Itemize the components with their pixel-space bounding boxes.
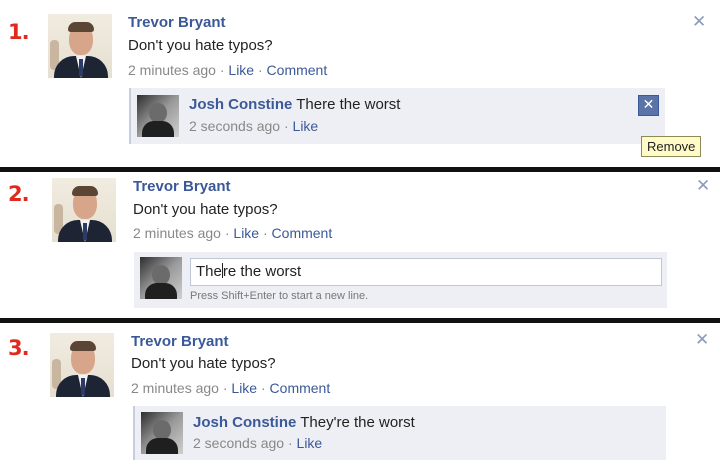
panel-step-1: 1. Trevor Bryant Don't you hate typos? 2… (0, 0, 720, 168)
comment-author-link[interactable]: Josh Constine (193, 414, 296, 431)
post-text: Don't you hate typos? (131, 355, 276, 372)
separator: · (220, 225, 234, 241)
comment-author-link[interactable]: Josh Constine (189, 96, 292, 113)
separator: · (280, 118, 293, 134)
like-link[interactable]: Like (233, 225, 259, 241)
post-text: Don't you hate typos? (128, 37, 273, 54)
separator: · (254, 62, 267, 78)
post-timestamp[interactable]: 2 minutes ago (128, 62, 216, 78)
close-icon[interactable]: ✕ (696, 176, 710, 196)
post-timestamp[interactable]: 2 minutes ago (133, 225, 221, 241)
separator: · (257, 380, 270, 396)
comment-meta: 2 seconds ago · Like (189, 118, 318, 134)
comment-avatar[interactable] (137, 95, 179, 137)
newline-hint: Press Shift+Enter to start a new line. (190, 290, 369, 302)
comment-edit-input[interactable]: There the worst (190, 258, 662, 286)
post-author-link[interactable]: Trevor Bryant (131, 333, 229, 350)
step-number: 1. (8, 20, 30, 44)
separator: · (284, 435, 297, 451)
input-value-part: The (196, 263, 222, 280)
comment-text: They're the worst (300, 414, 415, 431)
panel-step-2: 2. Trevor Bryant Don't you hate typos? 2… (0, 172, 720, 318)
avatar[interactable] (48, 14, 112, 78)
step-number: 2. (8, 182, 30, 206)
comment-link[interactable]: Comment (270, 380, 331, 396)
post-author-link[interactable]: Trevor Bryant (133, 178, 231, 195)
like-link[interactable]: Like (231, 380, 257, 396)
close-icon[interactable]: ✕ (692, 12, 706, 32)
comment-timestamp[interactable]: 2 seconds ago (189, 118, 280, 134)
step-number: 3. (8, 336, 30, 360)
close-icon[interactable]: ✕ (695, 330, 709, 350)
post-author-link[interactable]: Trevor Bryant (128, 14, 226, 31)
comment-link[interactable]: Comment (267, 62, 328, 78)
remove-comment-button[interactable]: ✕ (638, 95, 659, 116)
avatar[interactable] (50, 333, 114, 397)
comment-text: There the worst (296, 96, 401, 113)
post-meta: 2 minutes ago · Like · Comment (128, 62, 327, 78)
input-value-part: re the worst (222, 263, 302, 280)
remove-tooltip: Remove (641, 136, 702, 157)
separator: · (259, 225, 272, 241)
comment-like-link[interactable]: Like (297, 435, 323, 451)
comment-body: Josh Constine They're the worst (193, 414, 415, 431)
comment-body: Josh Constine There the worst (189, 96, 400, 113)
comment-timestamp[interactable]: 2 seconds ago (193, 435, 284, 451)
comment-avatar[interactable] (140, 257, 182, 299)
comment-meta: 2 seconds ago · Like (193, 435, 322, 451)
post-meta: 2 minutes ago · Like · Comment (133, 225, 332, 241)
post-timestamp[interactable]: 2 minutes ago (131, 380, 219, 396)
comment-like-link[interactable]: Like (293, 118, 319, 134)
comment-box: Josh Constine They're the worst 2 second… (133, 406, 666, 460)
like-link[interactable]: Like (228, 62, 254, 78)
panel-step-3: 3. Trevor Bryant Don't you hate typos? 2… (0, 323, 720, 468)
comment-link[interactable]: Comment (272, 225, 333, 241)
avatar[interactable] (52, 178, 116, 242)
post-text: Don't you hate typos? (133, 201, 278, 218)
post-meta: 2 minutes ago · Like · Comment (131, 380, 330, 396)
separator: · (215, 62, 229, 78)
separator: · (218, 380, 232, 396)
comment-box: Josh Constine There the worst 2 seconds … (129, 88, 665, 144)
comment-avatar[interactable] (141, 412, 183, 454)
comment-edit-box: There the worst Press Shift+Enter to sta… (134, 252, 667, 308)
